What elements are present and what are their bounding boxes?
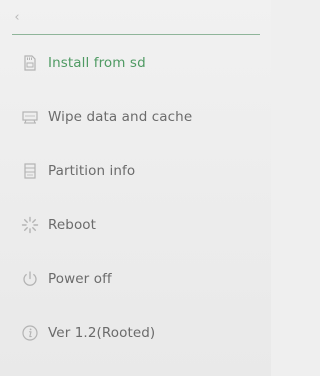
menu-item-reboot[interactable]: Reboot [0, 205, 271, 245]
menu-item-wipe-data-and-cache[interactable]: Wipe data and cache [0, 97, 271, 137]
menu-item-label: Reboot [48, 217, 97, 233]
header-divider [12, 34, 260, 35]
wipe-drive-icon [21, 108, 39, 126]
menu-item-label: Wipe data and cache [48, 109, 193, 125]
menu-item-label: Partition info [48, 163, 136, 179]
menu-item-install-from-sd[interactable]: Install from sd [0, 43, 271, 83]
menu-item-power-off[interactable]: Power off [0, 259, 271, 299]
recovery-screen: ‹ Install from sd Wipe data and cache Pa… [0, 0, 271, 376]
sd-card-icon [21, 54, 39, 72]
back-button[interactable]: ‹ [8, 8, 26, 26]
menu-item-version: Ver 1.2(Rooted) [0, 313, 271, 353]
partition-icon [21, 162, 39, 180]
menu-item-label: Install from sd [48, 55, 146, 71]
info-icon [21, 324, 39, 342]
reboot-spinner-icon [21, 216, 39, 234]
menu-item-partition-info[interactable]: Partition info [0, 151, 271, 191]
menu-item-label: Power off [48, 271, 112, 287]
version-label: Ver 1.2(Rooted) [48, 325, 156, 341]
power-icon [21, 270, 39, 288]
chevron-left-icon: ‹ [14, 9, 20, 25]
